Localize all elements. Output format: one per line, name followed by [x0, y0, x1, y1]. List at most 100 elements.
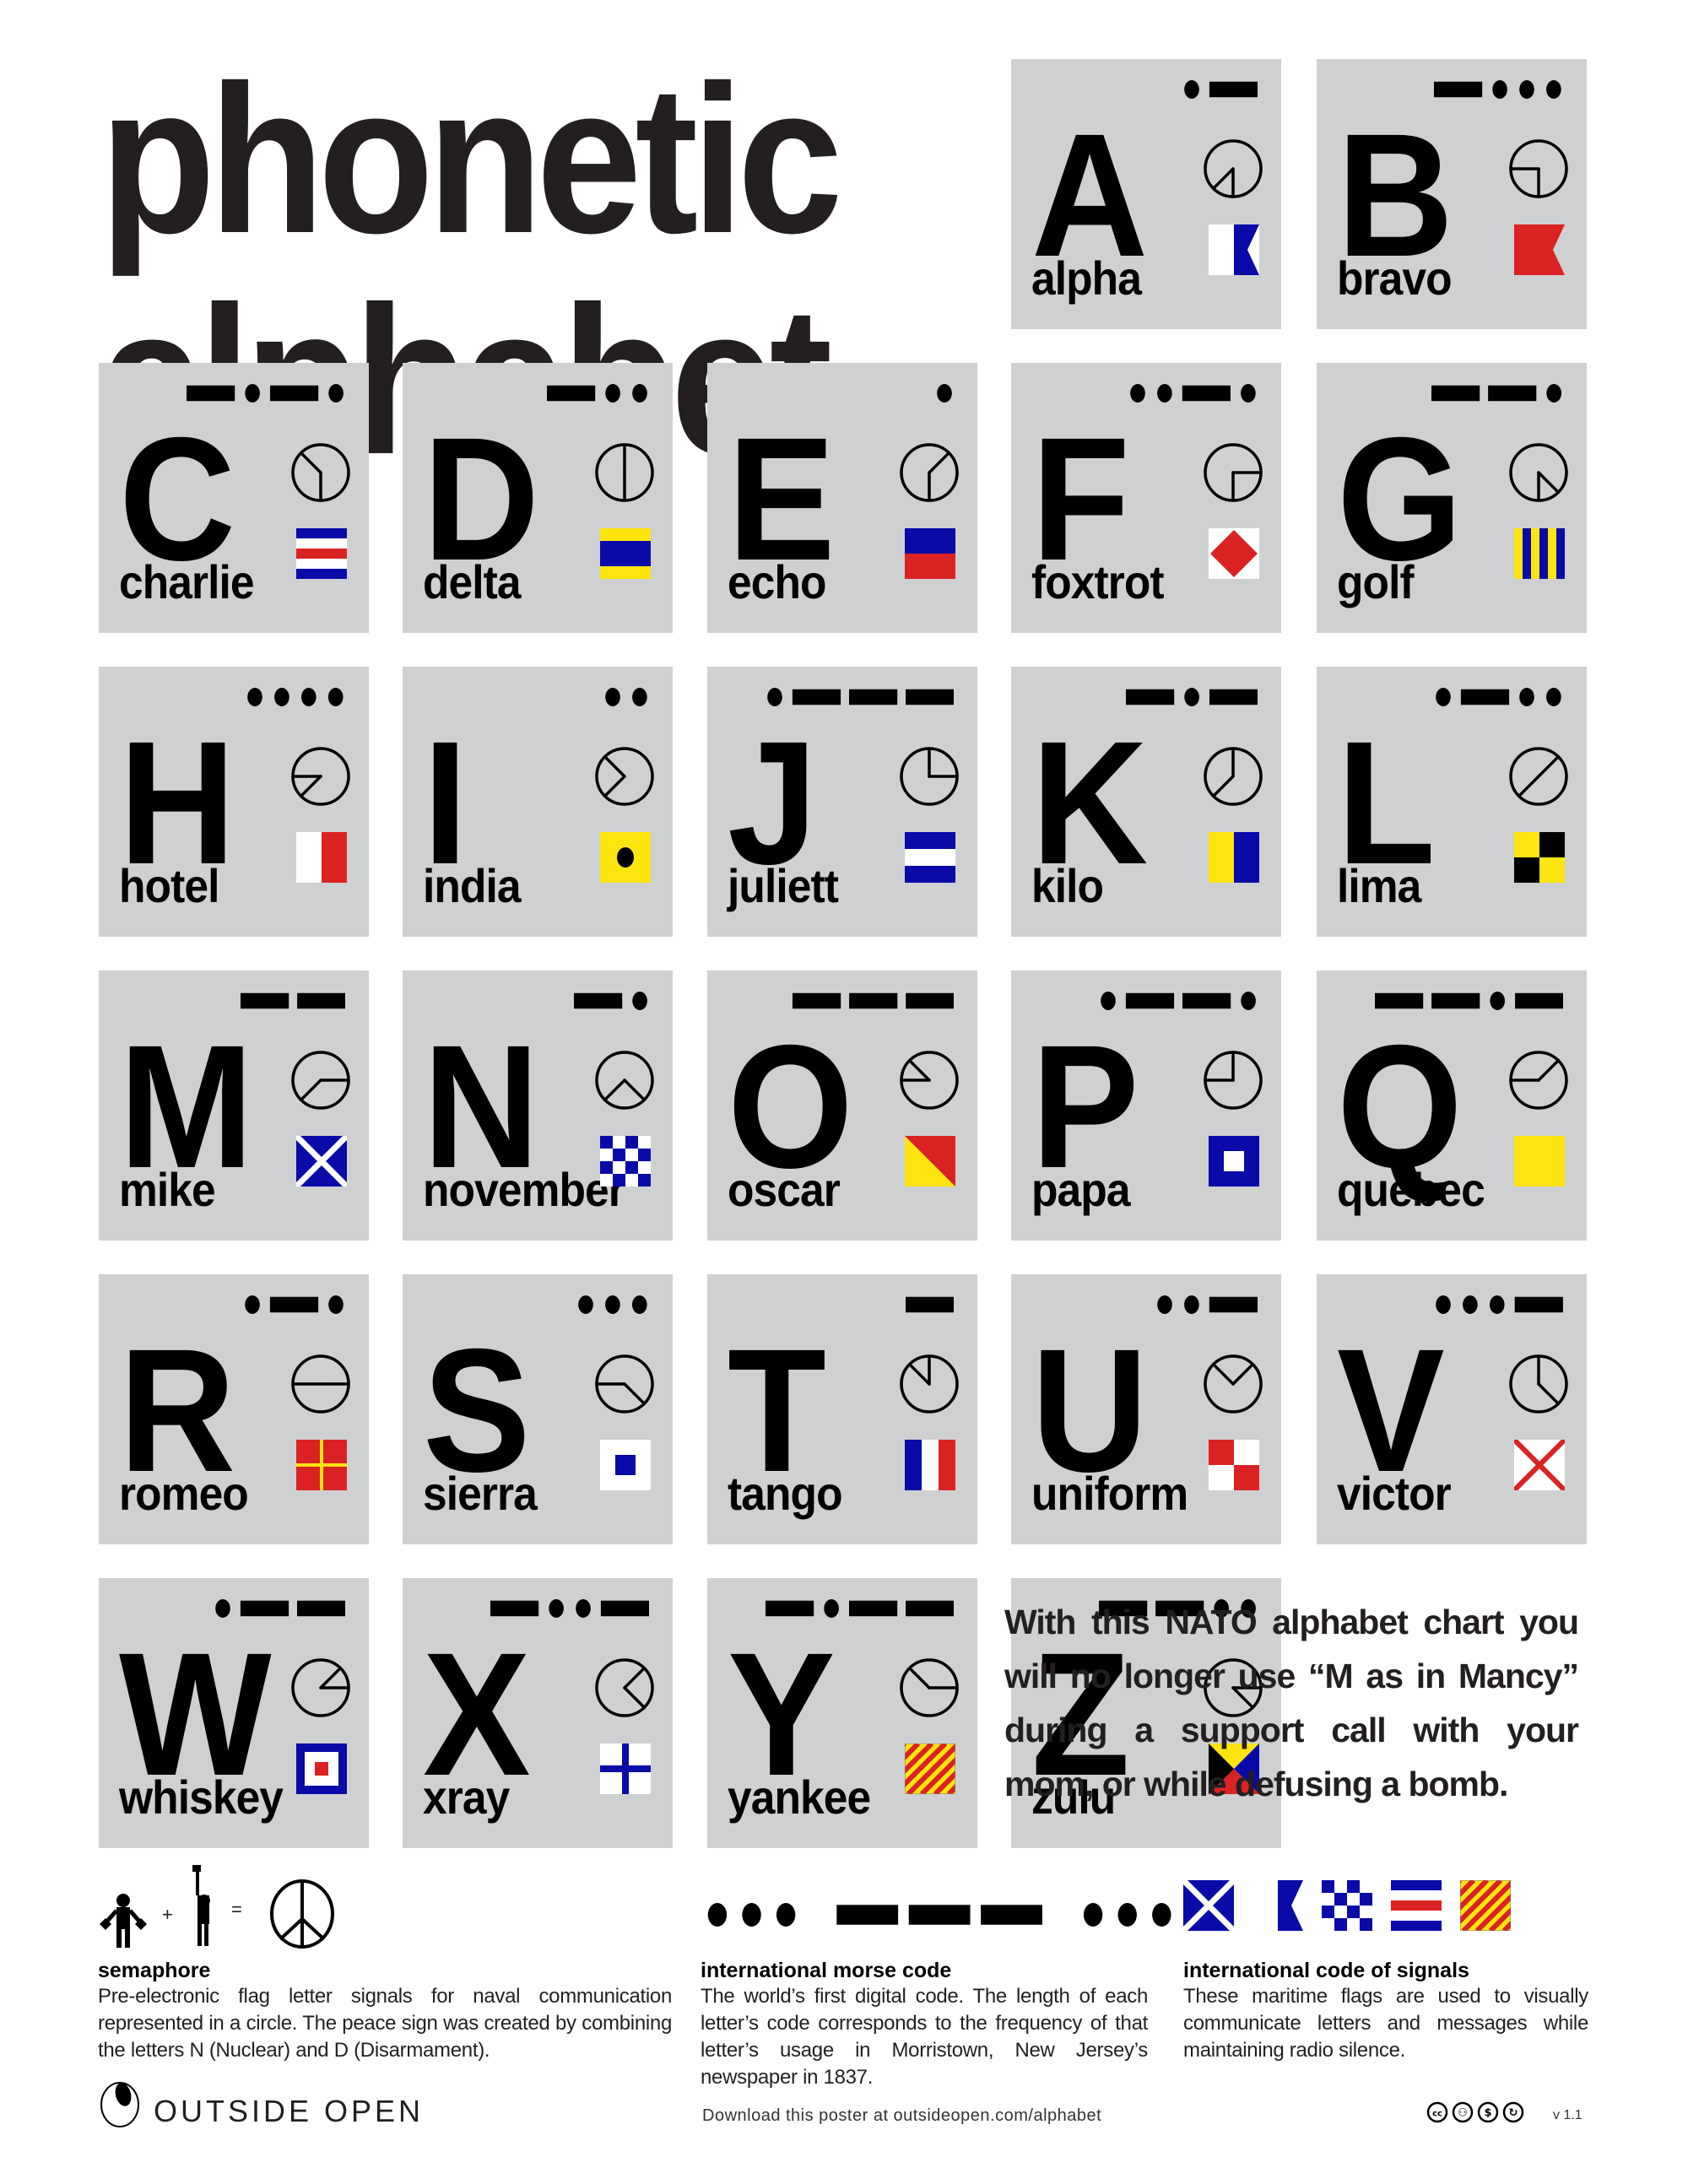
legend-yankee-flag-icon — [1460, 1880, 1511, 1931]
morse-code-icon — [1184, 80, 1258, 99]
svg-text:↻: ↻ — [1509, 2107, 1518, 2120]
download-link[interactable]: Download this poster at outsideopen.com/… — [702, 2106, 1101, 2126]
quebec-flag-icon — [1514, 1136, 1565, 1187]
tile-word: romeo — [119, 1467, 249, 1520]
uniform-flag-icon — [1209, 1440, 1259, 1490]
legend-alpha-flag-icon — [1252, 1880, 1303, 1931]
alpha-flag-icon — [1209, 224, 1259, 275]
tile-word: juliett — [728, 859, 839, 912]
svg-text:cc: cc — [1432, 2110, 1442, 2119]
tile-word: mike — [119, 1163, 216, 1216]
tile-word: whiskey — [119, 1770, 284, 1824]
legend-semaphore: + = semaphore Pre-electronic flag letter… — [98, 1865, 672, 2064]
foxtrot-flag-icon — [1209, 528, 1259, 579]
brand-logo[interactable]: OUTSIDE OPEN — [98, 2078, 424, 2128]
tile-word: uniform — [1031, 1467, 1188, 1520]
morse-code-icon — [490, 1599, 649, 1618]
flag-examples — [1183, 1865, 1588, 1958]
letter-tile-mike: Mmike — [99, 970, 369, 1241]
semaphore-icon — [1204, 1051, 1263, 1110]
letter-tile-foxtrot: Ffoxtrot — [1011, 363, 1281, 633]
letter-tile-lima: Llima — [1317, 667, 1587, 937]
morse-sos-example — [707, 1903, 1171, 1927]
semaphore-icon — [1204, 1354, 1263, 1414]
tango-flag-icon — [905, 1440, 955, 1490]
legend-morse: international morse code The world’s fir… — [701, 1865, 1171, 2091]
letter-tile-november: Nnovember — [403, 970, 673, 1241]
semaphore-icon — [1509, 443, 1568, 502]
lima-flag-icon — [1514, 832, 1565, 883]
morse-code-icon — [1130, 384, 1256, 403]
sa-icon: ↻ — [1502, 2101, 1524, 2123]
letter-tile-tango: Ttango — [707, 1274, 977, 1544]
legend-charlie-flag-icon — [1391, 1880, 1442, 1931]
letter-tile-xray: Xxray — [403, 1578, 673, 1848]
morse-code-icon — [186, 384, 344, 403]
semaphore-heading: semaphore — [98, 1959, 211, 1982]
semaphore-icon — [1509, 1051, 1568, 1110]
letter-tile-charlie: Ccharlie — [99, 363, 369, 633]
semaphore-icon — [900, 1658, 959, 1717]
morse-code-icon — [240, 992, 345, 1009]
person-flag-up-icon — [192, 1865, 210, 1946]
semaphore-icon — [1509, 1354, 1568, 1414]
morse-code-icon — [1436, 1295, 1563, 1314]
semaphore-icon — [595, 747, 654, 806]
outside-open-logo-icon — [100, 2082, 139, 2127]
version-label: v 1.1 — [1553, 2108, 1582, 2122]
oscar-flag-icon — [905, 1136, 955, 1187]
letter-tile-juliett: Jjuliett — [707, 667, 977, 937]
tile-word: bravo — [1337, 251, 1453, 305]
november-flag-icon — [600, 1136, 651, 1187]
morse-code-icon — [573, 992, 647, 1010]
morse-code-icon — [245, 1295, 344, 1314]
tile-word: lima — [1337, 859, 1421, 912]
tile-word: quebec — [1337, 1163, 1485, 1216]
letter-tile-bravo: Bbravo — [1317, 59, 1587, 329]
morse-code-icon — [1436, 688, 1561, 706]
brand-name: OUTSIDE OPEN — [154, 2094, 425, 2128]
letter-tile-whiskey: Wwhiskey — [99, 1578, 369, 1848]
mike-flag-icon — [296, 1136, 347, 1187]
sierra-flag-icon — [600, 1440, 651, 1490]
tile-word: delta — [423, 555, 522, 608]
tile-word: kilo — [1031, 859, 1104, 912]
plus-sign: + — [162, 1904, 173, 1925]
hotel-flag-icon — [296, 832, 347, 883]
tile-word: oscar — [728, 1163, 841, 1216]
golf-flag-icon — [1514, 528, 1565, 579]
delta-flag-icon — [600, 528, 651, 579]
echo-flag-icon — [905, 528, 955, 579]
semaphore-icon — [595, 1354, 654, 1414]
svg-text:$: $ — [1484, 2107, 1491, 2120]
morse-code-icon — [215, 1599, 345, 1618]
india-flag-icon — [600, 832, 651, 883]
equals-sign: = — [231, 1899, 242, 1920]
semaphore-equation: + = — [98, 1865, 672, 1958]
semaphore-icon — [291, 1051, 350, 1110]
letter-tile-romeo: Rromeo — [99, 1274, 369, 1544]
legend-mike-flag-icon — [1183, 1880, 1234, 1931]
legend-november-flag-icon — [1322, 1880, 1372, 1931]
morse-code-icon — [937, 384, 952, 403]
letter-tile-echo: Eecho — [707, 363, 977, 633]
tile-word: sierra — [423, 1467, 538, 1520]
letter-tile-hotel: Hhotel — [99, 667, 369, 937]
svg-text:⚇: ⚇ — [1458, 2107, 1468, 2120]
license-icons[interactable]: cc ⚇ $ ↻ — [1426, 2101, 1524, 2123]
semaphore-icon — [595, 1051, 654, 1110]
tile-word: india — [423, 859, 522, 912]
semaphore-icon — [900, 1051, 959, 1110]
peace-sign-icon — [270, 1879, 334, 1949]
morse-code-icon — [1125, 688, 1258, 706]
letter-tile-papa: Ppapa — [1011, 970, 1281, 1241]
letter-tile-india: Iindia — [403, 667, 673, 937]
semaphore-icon — [291, 747, 350, 806]
semaphore-icon — [900, 747, 959, 806]
morse-code-icon — [605, 688, 647, 706]
papa-flag-icon — [1209, 1136, 1259, 1187]
morse-code-icon — [1157, 1295, 1258, 1314]
morse-code-icon — [1374, 992, 1563, 1010]
semaphore-icon — [900, 443, 959, 502]
semaphore-icon — [291, 443, 350, 502]
